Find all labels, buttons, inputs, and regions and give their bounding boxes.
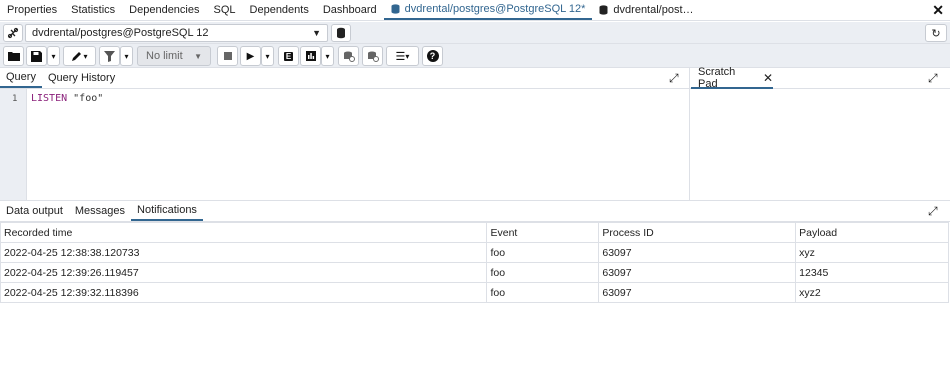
tab-dashboard[interactable]: Dashboard — [316, 0, 384, 20]
chevron-down-icon: ▼ — [312, 28, 321, 38]
tab-dependencies[interactable]: Dependencies — [122, 0, 206, 20]
disconnect-icon[interactable] — [3, 24, 23, 42]
tab-query-tool-2-label: dvdrental/post… — [613, 4, 694, 16]
scratch-pad-label: Scratch Pad — [698, 65, 736, 90]
commit-button[interactable] — [338, 46, 359, 66]
cell-event[interactable]: foo — [486, 242, 600, 263]
play-icon: ▶ — [246, 50, 255, 62]
column-header-event[interactable]: Event — [486, 222, 600, 243]
open-file-button[interactable] — [3, 46, 24, 66]
macros-button[interactable]: ☰ ▾ — [386, 46, 419, 66]
rollback-button[interactable] — [362, 46, 383, 66]
line-number: 1 — [12, 94, 18, 104]
stop-icon — [223, 52, 232, 60]
connection-bar: dvdrental/postgres@PostgreSQL 12 ▼ ↻ — [0, 22, 950, 44]
help-icon: ? — [426, 50, 439, 62]
cell-process-id[interactable]: 63097 — [598, 262, 797, 283]
commit-icon — [343, 51, 355, 62]
database-plus-icon — [336, 27, 345, 39]
close-icon[interactable]: ✕ — [932, 2, 944, 19]
line-gutter — [0, 89, 27, 200]
execute-button[interactable]: ▶ — [240, 46, 261, 66]
refresh-icon[interactable]: ↻ — [925, 24, 947, 42]
table-row[interactable]: 2022-04-25 12:39:32.118396 foo 63097 xyz… — [0, 282, 949, 303]
query-toolbar: ▾ ▾ ▾ No limit ▼ ▶ ▾ E ▾ ☰ ▾ ? — [0, 44, 950, 68]
tab-query-tool-label: dvdrental/postgres@PostgreSQL 12* — [404, 3, 586, 15]
column-header-recorded-time[interactable]: Recorded time — [0, 222, 488, 243]
cell-event[interactable]: foo — [486, 262, 600, 283]
database-icon — [599, 5, 608, 15]
cell-recorded-time[interactable]: 2022-04-25 12:39:26.119457 — [0, 262, 488, 283]
code-editor-line[interactable]: LISTEN "foo" — [31, 93, 103, 104]
save-button[interactable] — [26, 46, 47, 66]
connection-select[interactable]: dvdrental/postgres@PostgreSQL 12 ▼ — [25, 24, 328, 42]
tab-query-tool-active[interactable]: dvdrental/postgres@PostgreSQL 12* — [383, 0, 593, 20]
table-row[interactable]: 2022-04-25 12:38:38.120733 foo 63097 xyz — [0, 242, 949, 263]
edit-icon — [72, 52, 82, 61]
cell-payload[interactable]: xyz2 — [795, 282, 949, 303]
tab-messages[interactable]: Messages — [69, 201, 131, 221]
explain-button[interactable]: E — [278, 46, 299, 66]
column-header-process-id[interactable]: Process ID — [598, 222, 797, 243]
cell-process-id[interactable]: 63097 — [598, 282, 797, 303]
save-icon — [31, 50, 42, 62]
tab-dependents[interactable]: Dependents — [243, 0, 316, 20]
help-button[interactable]: ? — [422, 46, 443, 66]
cell-recorded-time[interactable]: 2022-04-25 12:39:32.118396 — [0, 282, 488, 303]
tab-query-tool-2[interactable]: dvdrental/post… — [592, 0, 700, 20]
database-icon — [391, 4, 400, 14]
cell-recorded-time[interactable]: 2022-04-25 12:38:38.120733 — [0, 242, 488, 263]
explain-icon: E — [283, 51, 294, 61]
sql-keyword: LISTEN — [31, 93, 68, 104]
cell-event[interactable]: foo — [486, 282, 600, 303]
folder-icon — [7, 52, 20, 61]
chart-icon — [305, 51, 316, 61]
editor-tab-bar: Query Query History — [0, 68, 689, 89]
tab-sql[interactable]: SQL — [207, 0, 243, 20]
limit-value: No limit — [146, 50, 183, 62]
table-header-row: Recorded time Event Process ID Payload — [0, 222, 949, 243]
scratch-tab-bar: Scratch Pad ✕ — [690, 65, 950, 90]
rollback-icon — [367, 51, 379, 62]
explain-dropdown[interactable]: ▾ — [321, 46, 334, 66]
tab-notifications[interactable]: Notifications — [131, 201, 203, 221]
column-header-payload[interactable]: Payload — [795, 222, 949, 243]
connection-value: dvdrental/postgres@PostgreSQL 12 — [32, 27, 209, 39]
tab-scratch-pad[interactable]: Scratch Pad ✕ — [691, 65, 773, 90]
tab-query-history[interactable]: Query History — [42, 68, 121, 88]
filter-dropdown[interactable]: ▾ — [120, 46, 133, 66]
save-dropdown[interactable]: ▾ — [47, 46, 60, 66]
results-tab-bar: Data output Messages Notifications — [0, 200, 950, 222]
expand-icon[interactable]: ⤢ — [669, 71, 679, 86]
close-icon[interactable]: ✕ — [763, 71, 773, 85]
new-connection-button[interactable] — [331, 24, 351, 42]
scratch-pad-panel: Scratch Pad ✕ ⤢ — [689, 65, 950, 200]
filter-button[interactable] — [99, 46, 120, 66]
stop-button[interactable] — [217, 46, 238, 66]
limit-select[interactable]: No limit ▼ — [137, 46, 211, 66]
expand-icon[interactable]: ⤢ — [928, 71, 938, 86]
edit-button[interactable]: ▾ — [63, 46, 96, 66]
table-row[interactable]: 2022-04-25 12:39:26.119457 foo 63097 123… — [0, 262, 949, 283]
execute-dropdown[interactable]: ▾ — [261, 46, 274, 66]
expand-icon[interactable]: ⤢ — [928, 204, 938, 219]
tab-data-output[interactable]: Data output — [0, 201, 69, 221]
sql-string: "foo" — [73, 93, 104, 104]
filter-icon — [104, 50, 115, 62]
notifications-table: Recorded time Event Process ID Payload 2… — [0, 222, 949, 303]
cell-process-id[interactable]: 63097 — [598, 242, 797, 263]
cell-payload[interactable]: 12345 — [795, 262, 949, 283]
tab-query[interactable]: Query — [0, 68, 42, 88]
cell-payload[interactable]: xyz — [795, 242, 949, 263]
tab-statistics[interactable]: Statistics — [64, 0, 122, 20]
explain-analyze-button[interactable] — [300, 46, 321, 66]
macros-icon: ☰ — [395, 50, 406, 63]
top-tab-bar: Properties Statistics Dependencies SQL D… — [0, 0, 950, 21]
tab-properties[interactable]: Properties — [0, 0, 64, 20]
